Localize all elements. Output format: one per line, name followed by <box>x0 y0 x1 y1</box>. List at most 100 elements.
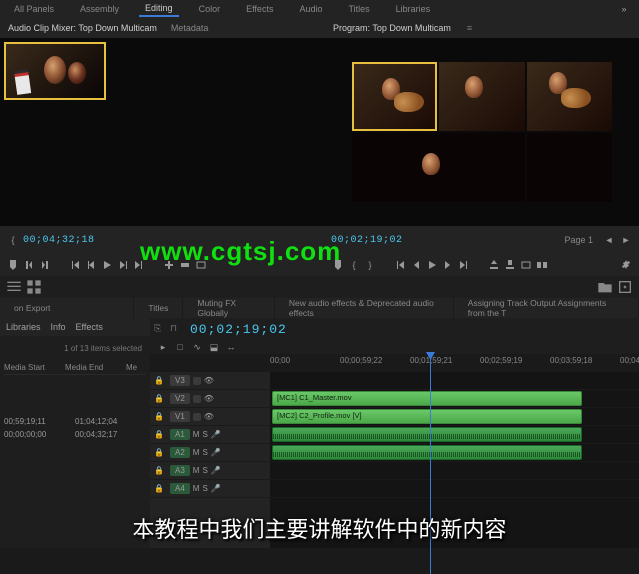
mark-out-icon[interactable]: } <box>363 258 377 272</box>
workspace-tab-assembly[interactable]: Assembly <box>74 2 125 16</box>
multicam-angle-1[interactable] <box>352 62 437 131</box>
program-timecode[interactable]: 00;02;19;02 <box>331 235 403 246</box>
mark-in-icon[interactable] <box>22 258 36 272</box>
multicam-angle-5[interactable] <box>527 133 612 202</box>
mute-icon[interactable]: M <box>193 448 200 457</box>
workspace-tab-libraries[interactable]: Libraries <box>390 2 437 16</box>
track-lane-a1[interactable] <box>270 426 639 444</box>
step-back-icon[interactable] <box>84 258 98 272</box>
lift-icon[interactable] <box>487 258 501 272</box>
tl-tool-2-icon[interactable]: □ <box>173 340 187 354</box>
play-icon[interactable] <box>425 258 439 272</box>
multicam-angle-4[interactable] <box>352 133 525 202</box>
track-header-v1[interactable]: 🔒V1👁 <box>150 408 270 426</box>
step-fwd-icon[interactable] <box>441 258 455 272</box>
clip-v2[interactable]: [MC1] C1_Master.mov <box>272 391 582 406</box>
clip-v1[interactable]: [MC2] C2_Profile.mov [V] <box>272 409 582 424</box>
list-view-icon[interactable] <box>6 279 22 295</box>
track-lane-a3[interactable] <box>270 462 639 480</box>
track-header-a3[interactable]: 🔒A3MS🎤 <box>150 462 270 480</box>
sync-lock-icon[interactable] <box>193 395 201 403</box>
step-back-icon[interactable] <box>409 258 423 272</box>
timeline-ruler[interactable]: 00;00 00;00;59;22 00;01;59;21 00;02;59;1… <box>150 354 639 372</box>
source-viewer[interactable] <box>0 38 325 226</box>
workspace-overflow-icon[interactable]: » <box>617 2 631 16</box>
col-media-end[interactable]: Media End <box>65 363 126 372</box>
multicam-angle-2[interactable] <box>439 62 524 131</box>
tl-tool-4-icon[interactable]: ⬓ <box>207 340 221 354</box>
effects-tab-3[interactable]: New audio effects & Deprecated audio eff… <box>275 298 454 318</box>
effects-tab-1[interactable]: Titles <box>134 298 183 318</box>
panel-menu-icon[interactable]: ≡ <box>467 23 472 33</box>
icon-view-icon[interactable] <box>26 279 42 295</box>
extract-icon[interactable] <box>503 258 517 272</box>
voice-icon[interactable]: 🎤 <box>211 448 221 457</box>
effects-tab-2[interactable]: Muting FX Globally <box>183 298 275 318</box>
col-media-ext[interactable]: Me <box>126 363 146 372</box>
solo-icon[interactable]: S <box>202 448 207 457</box>
tl-tool-5-icon[interactable]: ↔ <box>224 340 238 354</box>
mark-in-icon[interactable]: { <box>347 258 361 272</box>
effects-tab-0[interactable]: on Export <box>0 298 134 318</box>
sync-lock-icon[interactable] <box>193 377 201 385</box>
page-next-icon[interactable]: ► <box>619 233 633 247</box>
workspace-tab-titles[interactable]: Titles <box>342 2 375 16</box>
mute-icon[interactable]: M <box>193 484 200 493</box>
effects-tab-4[interactable]: Assigning Track Output Assignments from … <box>454 298 639 318</box>
goto-in-icon[interactable] <box>393 258 407 272</box>
clip-a1[interactable] <box>272 427 582 442</box>
track-lane-v3[interactable] <box>270 372 639 390</box>
play-icon[interactable] <box>100 258 114 272</box>
program-viewer[interactable] <box>325 38 639 226</box>
source-timecode[interactable]: 00;04;32;18 <box>23 235 95 246</box>
sync-lock-icon[interactable] <box>193 413 201 421</box>
track-header-v2[interactable]: 🔒V2👁 <box>150 390 270 408</box>
settings-icon[interactable] <box>619 258 633 272</box>
voice-icon[interactable]: 🎤 <box>211 484 221 493</box>
project-tab-libraries[interactable]: Libraries <box>6 322 41 332</box>
workspace-tab-audio[interactable]: Audio <box>293 2 328 16</box>
lock-icon[interactable]: 🔒 <box>154 430 164 440</box>
page-prev-icon[interactable]: ◄ <box>602 233 616 247</box>
tl-tool-3-icon[interactable]: ∿ <box>190 340 204 354</box>
lock-icon[interactable]: 🔒 <box>154 484 164 494</box>
workspace-tab-editing[interactable]: Editing <box>139 1 179 17</box>
track-header-v3[interactable]: 🔒V3👁 <box>150 372 270 390</box>
track-lane-a4[interactable] <box>270 480 639 498</box>
new-bin-icon[interactable] <box>597 279 613 295</box>
solo-icon[interactable]: S <box>202 430 207 439</box>
track-header-a1[interactable]: 🔒A1MS🎤 <box>150 426 270 444</box>
clip-a2[interactable] <box>272 445 582 460</box>
tl-nest-icon[interactable]: ⎘ <box>154 323 166 335</box>
project-tab-info[interactable]: Info <box>51 322 66 332</box>
source-tab-mixer[interactable]: Audio Clip Mixer: Top Down Multicam <box>6 21 159 35</box>
track-lane-a2[interactable] <box>270 444 639 462</box>
mark-in-icon[interactable]: { <box>6 233 20 247</box>
add-marker-icon[interactable] <box>6 258 20 272</box>
mute-icon[interactable]: M <box>193 466 200 475</box>
tl-tool-1-icon[interactable]: ▸ <box>156 340 170 354</box>
track-header-a2[interactable]: 🔒A2MS🎤 <box>150 444 270 462</box>
new-item-icon[interactable] <box>617 279 633 295</box>
mark-out-icon[interactable] <box>38 258 52 272</box>
solo-icon[interactable]: S <box>202 484 207 493</box>
project-row[interactable]: 00;59;19;11 01;04;12;04 <box>4 415 146 428</box>
lock-icon[interactable]: 🔒 <box>154 448 164 458</box>
workspace-tab-effects[interactable]: Effects <box>240 2 279 16</box>
eye-icon[interactable]: 👁 <box>204 394 214 403</box>
goto-out-icon[interactable] <box>457 258 471 272</box>
comparison-view-icon[interactable] <box>535 258 549 272</box>
project-column-headers[interactable]: Media Start Media End Me <box>4 361 146 375</box>
export-frame-icon[interactable] <box>519 258 533 272</box>
mute-icon[interactable]: M <box>193 430 200 439</box>
lock-icon[interactable]: 🔒 <box>154 412 164 422</box>
source-tab-metadata[interactable]: Metadata <box>169 21 211 35</box>
multicam-angle-3[interactable] <box>527 62 612 131</box>
workspace-tab-color[interactable]: Color <box>193 2 227 16</box>
col-media-start[interactable]: Media Start <box>4 363 65 372</box>
track-lane-v1[interactable]: [MC2] C2_Profile.mov [V] <box>270 408 639 426</box>
lock-icon[interactable]: 🔒 <box>154 394 164 404</box>
track-lane-v2[interactable]: [MC1] C1_Master.mov <box>270 390 639 408</box>
track-header-a4[interactable]: 🔒A4MS🎤 <box>150 480 270 498</box>
workspace-tab-allpanels[interactable]: All Panels <box>8 2 60 16</box>
